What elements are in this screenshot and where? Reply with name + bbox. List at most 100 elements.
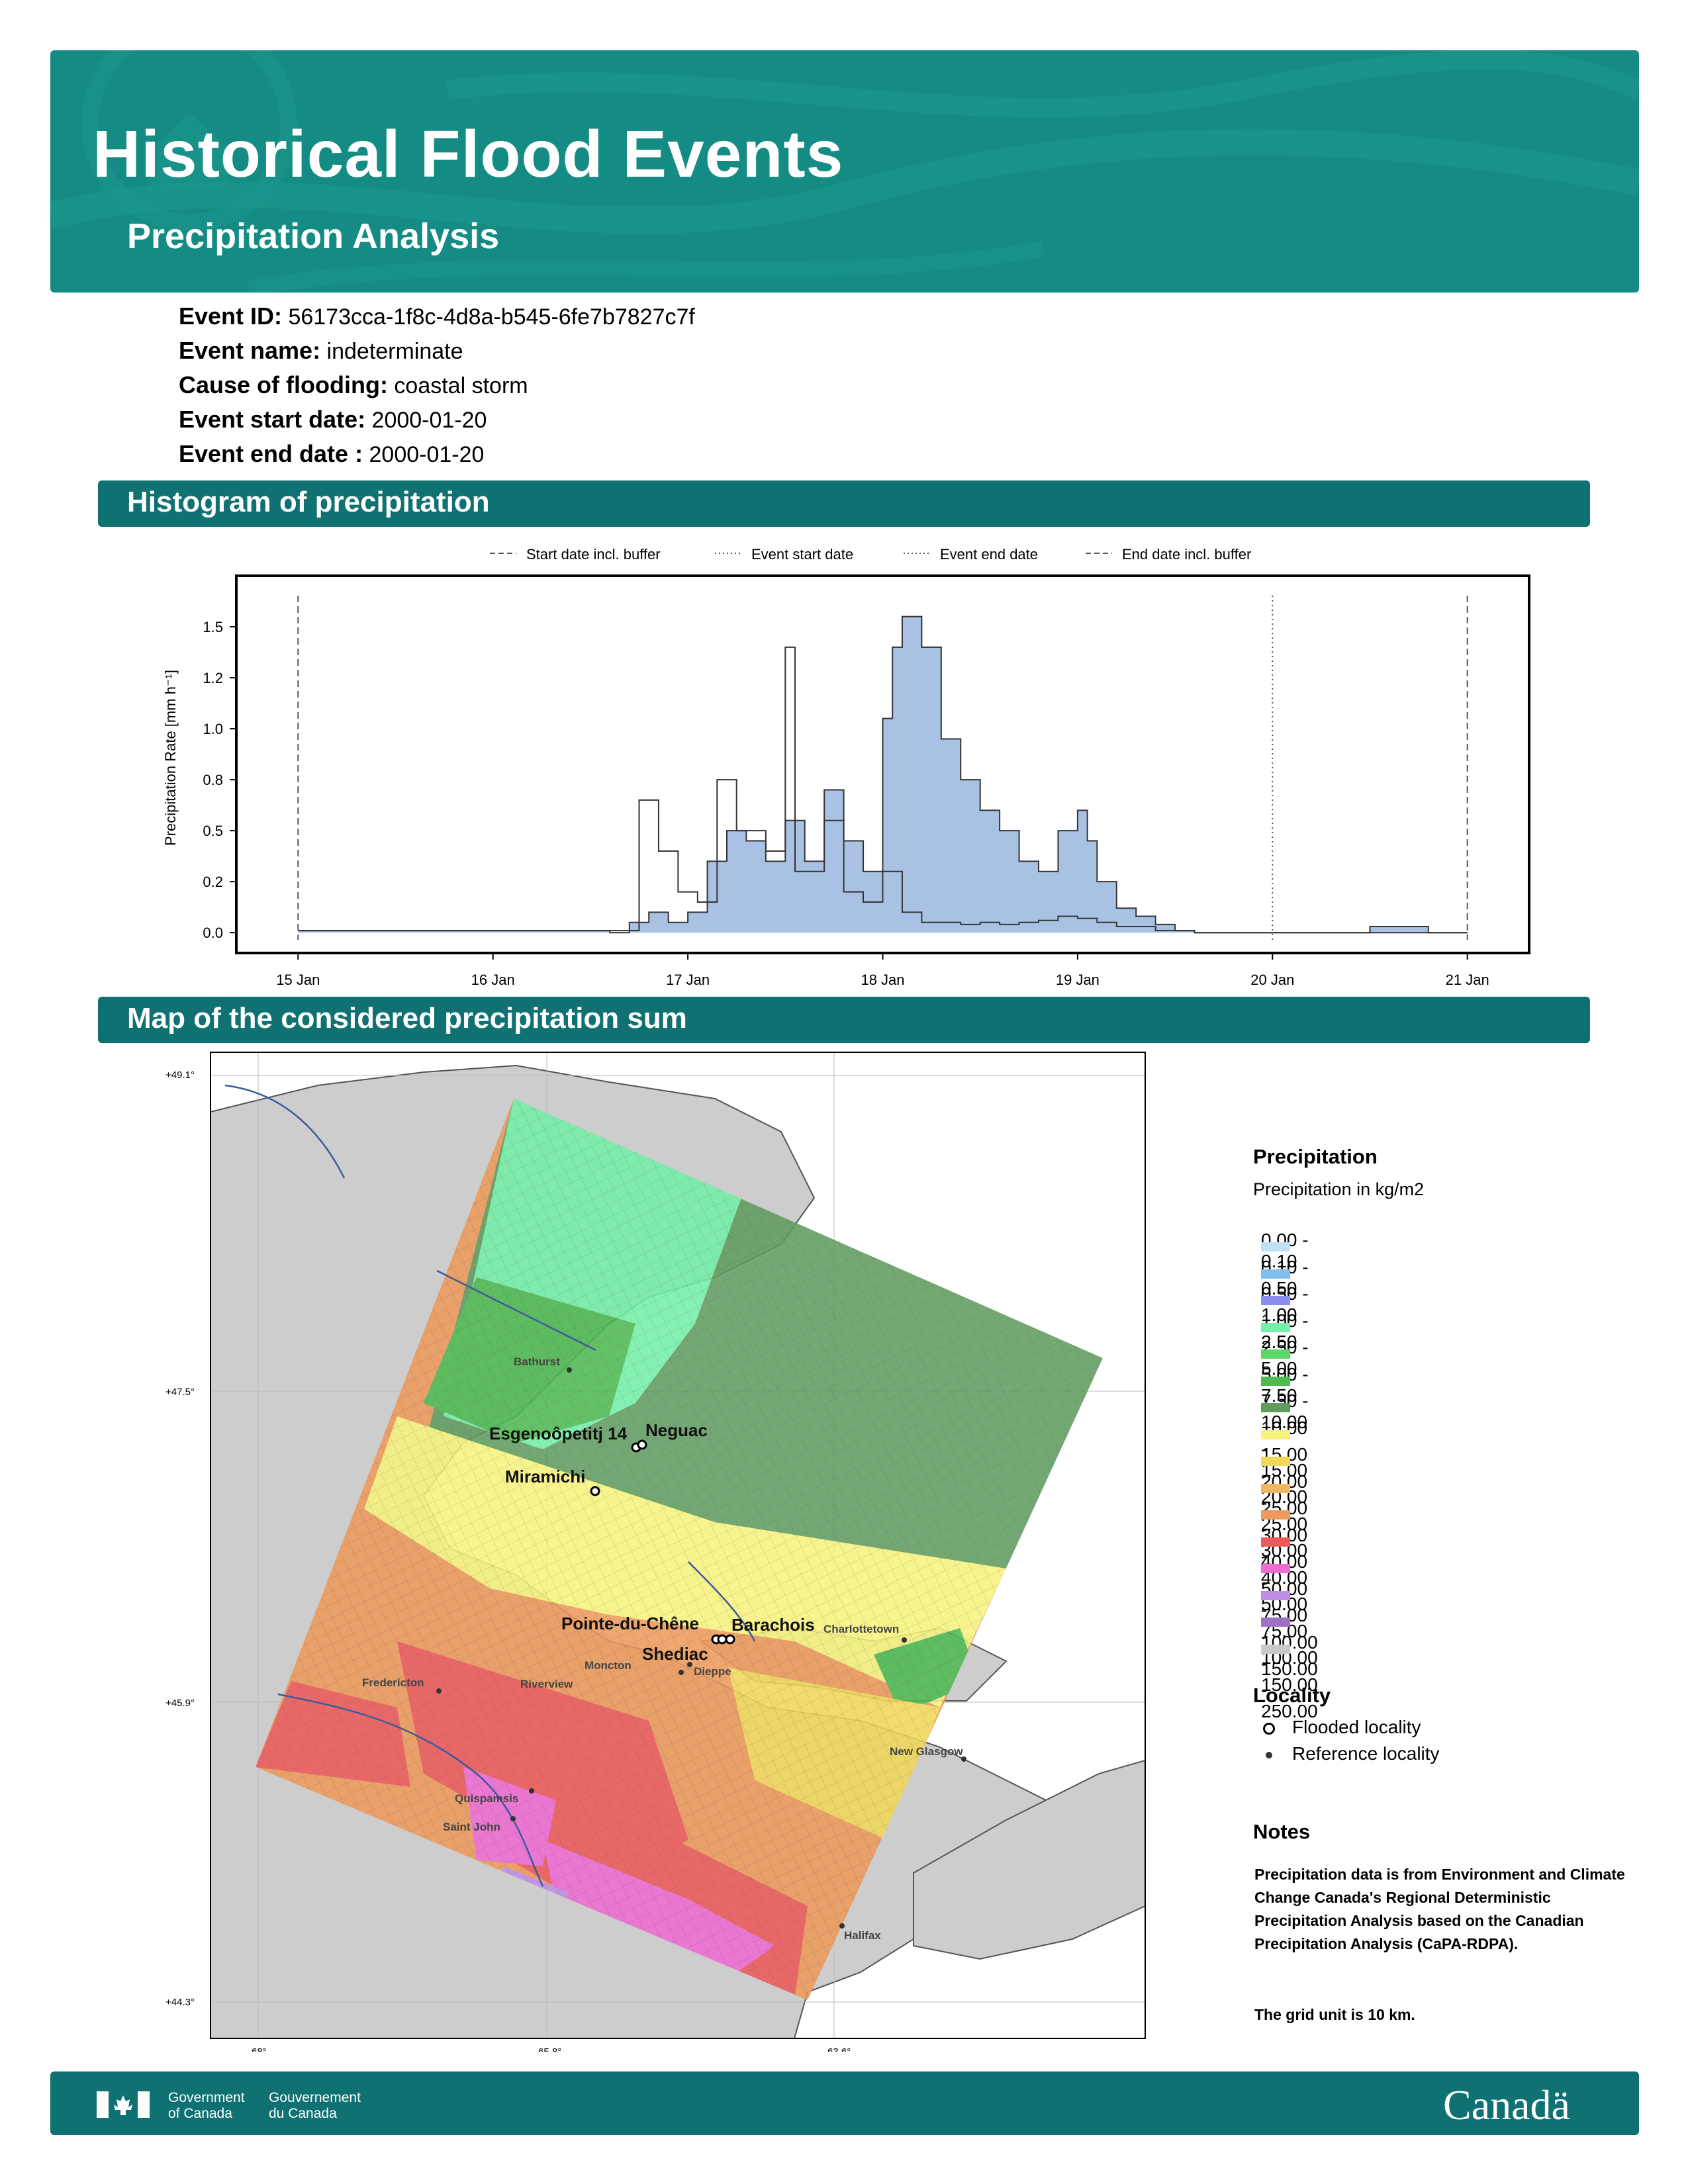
label-neguac: Neguac bbox=[645, 1420, 708, 1440]
legend-flooded-label: Flooded locality bbox=[1292, 1717, 1421, 1737]
lon-label-63-6: -63.6° bbox=[824, 2046, 851, 2052]
legend-title: Precipitation bbox=[1253, 1145, 1378, 1168]
label-fredericton: Fredericton bbox=[362, 1676, 424, 1689]
label-pointe-du-chene: Pointe-du-Chêne bbox=[561, 1614, 699, 1633]
map-body: Esgenoôpetitj 14 Neguac Miramichi Pointe… bbox=[211, 1052, 1145, 2038]
locality-legend-title: Locality bbox=[1253, 1684, 1331, 1707]
event-name-row: Event name: indeterminate bbox=[179, 338, 463, 365]
y-tick-label: 0.8 bbox=[203, 772, 223, 788]
y-tick-label: 1.0 bbox=[203, 721, 223, 737]
x-tick-label: 20 Jan bbox=[1250, 972, 1294, 988]
legend-color-swatch bbox=[1261, 1617, 1290, 1627]
label-shediac: Shediac bbox=[642, 1644, 708, 1664]
x-tick-label: 15 Jan bbox=[276, 972, 320, 988]
footer-gov-en-1: Government bbox=[168, 2090, 245, 2105]
event-cause-label: Cause of flooding: bbox=[179, 371, 388, 398]
flooded-locality-marker bbox=[717, 1634, 727, 1645]
legend-color-swatch bbox=[1261, 1457, 1290, 1467]
legend-color-swatch bbox=[1261, 1590, 1290, 1600]
legend-color-swatch bbox=[1261, 1403, 1290, 1413]
legend-color-swatch bbox=[1261, 1296, 1290, 1306]
legend-color-swatch bbox=[1261, 1322, 1290, 1332]
legend-color-swatch bbox=[1261, 1376, 1290, 1386]
y-tick-label: 1.5 bbox=[203, 619, 223, 635]
legend-reference-row: Reference locality bbox=[1266, 1743, 1440, 1764]
legend-color-swatch bbox=[1261, 1510, 1290, 1520]
label-saint-john: Saint John bbox=[443, 1821, 500, 1833]
notes-text-grid: The grid unit is 10 km. bbox=[1254, 2006, 1415, 2023]
y-tick-label: 0.2 bbox=[203, 874, 223, 890]
label-moncton: Moncton bbox=[585, 1659, 632, 1672]
precipitation-histogram: Start date incl. buffer Event start date E… bbox=[162, 546, 1530, 988]
legend-subtitle: Precipitation in kg/m2 bbox=[1253, 1179, 1425, 1199]
notes-title: Notes bbox=[1253, 1820, 1311, 1843]
lon-label-68: -68° bbox=[248, 2046, 267, 2052]
precipitation-map: +49.1° +47.5° +45.9° +44.3° -68° -65.8° … bbox=[165, 1052, 1146, 2052]
event-id-label: Event ID: bbox=[179, 302, 283, 330]
flooded-locality-marker bbox=[725, 1634, 735, 1645]
header-banner: Historical Flood Events Precipitation An… bbox=[50, 50, 1639, 293]
event-end-row: Event end date : 2000-01-20 bbox=[179, 441, 484, 468]
y-axis-label: Precipitation Rate [mm h⁻¹] bbox=[162, 670, 179, 846]
lat-label-45-9: +45.9° bbox=[165, 1698, 195, 1709]
legend-label-1: Event start date bbox=[751, 546, 853, 563]
label-charlottetown: Charlottetown bbox=[823, 1623, 899, 1635]
legend-color-swatch bbox=[1261, 1430, 1290, 1439]
legend-color-swatch bbox=[1261, 1537, 1290, 1547]
y-tick-label: 0.5 bbox=[203, 823, 223, 839]
event-end-label: Event end date : bbox=[179, 440, 363, 467]
lat-label-49-1: +49.1° bbox=[165, 1069, 195, 1081]
label-new-glasgow: New Glasgow bbox=[890, 1745, 963, 1758]
label-miramichi: Miramichi bbox=[505, 1467, 585, 1486]
notes-text-source: Precipitation data is from Environment a… bbox=[1254, 1866, 1625, 1952]
legend-color-swatch bbox=[1261, 1349, 1290, 1359]
histogram-section-title: Histogram of precipitation bbox=[127, 486, 490, 518]
event-start-value: 2000-01-20 bbox=[371, 408, 487, 433]
y-tick-label: 0.0 bbox=[203, 925, 223, 941]
label-barachois: Barachois bbox=[731, 1615, 815, 1635]
flooded-locality-symbol bbox=[1263, 1722, 1275, 1735]
label-riverview: Riverview bbox=[520, 1678, 573, 1690]
x-tick-label: 17 Jan bbox=[666, 972, 710, 988]
x-tick-label: 21 Jan bbox=[1446, 972, 1489, 988]
footer-gov-en-2: of Canada bbox=[168, 2106, 232, 2121]
lon-label-65-8: -65.8° bbox=[535, 2046, 561, 2052]
event-id-row: Event ID: 56173cca-1f8c-4d8a-b545-6fe7b7… bbox=[179, 303, 695, 330]
legend-label-0: Start date incl. buffer bbox=[526, 546, 661, 563]
map-section-title: Map of the considered precipitation sum bbox=[127, 1002, 687, 1034]
legend-class-row: 150.00 - 250.00 bbox=[1261, 1637, 1318, 1722]
event-cause-value: coastal storm bbox=[394, 373, 528, 398]
event-cause-row: Cause of flooding: coastal storm bbox=[179, 372, 528, 399]
legend-reference-label: Reference locality bbox=[1292, 1743, 1440, 1764]
flooded-locality-marker bbox=[590, 1486, 600, 1496]
label-quispamsis: Quispamsis bbox=[455, 1792, 518, 1805]
lat-label-44-3: +44.3° bbox=[165, 1997, 195, 2008]
legend-label-2: Event end date bbox=[940, 546, 1038, 563]
page-title: Historical Flood Events bbox=[93, 117, 844, 191]
flooded-locality-marker bbox=[637, 1439, 647, 1450]
legend-color-swatch bbox=[1261, 1269, 1290, 1279]
legend-color-swatch bbox=[1261, 1242, 1290, 1252]
map-section-header: Map of the considered precipitation sum bbox=[98, 997, 1590, 1043]
page-subtitle: Precipitation Analysis bbox=[127, 216, 500, 256]
footer-gov-fr-1: Gouvernement bbox=[269, 2090, 361, 2105]
event-end-value: 2000-01-20 bbox=[369, 442, 485, 467]
reference-locality-symbol bbox=[1266, 1751, 1272, 1758]
event-name-label: Event name: bbox=[179, 337, 321, 364]
event-name-value: indeterminate bbox=[326, 339, 463, 364]
legend-color-swatch bbox=[1261, 1564, 1290, 1574]
canada-flag-icon bbox=[97, 2091, 150, 2118]
event-start-label: Event start date: bbox=[179, 406, 366, 433]
canada-wordmark: Canadä bbox=[1443, 2081, 1570, 2128]
legend-flooded-row: Flooded locality bbox=[1263, 1717, 1421, 1738]
x-tick-label: 19 Jan bbox=[1056, 972, 1100, 988]
legend-color-swatch bbox=[1261, 1483, 1290, 1493]
event-start-row: Event start date: 2000-01-20 bbox=[179, 406, 487, 433]
histogram-section-header: Histogram of precipitation bbox=[98, 480, 1590, 527]
label-dieppe: Dieppe bbox=[694, 1665, 731, 1678]
footer-gov-fr-2: du Canada bbox=[269, 2106, 337, 2121]
legend-color-swatch bbox=[1261, 1215, 1290, 1225]
event-id-value: 56173cca-1f8c-4d8a-b545-6fe7b7827c7f bbox=[288, 304, 695, 330]
lat-label-47-5: +47.5° bbox=[165, 1387, 195, 1398]
label-bathurst: Bathurst bbox=[514, 1355, 560, 1368]
